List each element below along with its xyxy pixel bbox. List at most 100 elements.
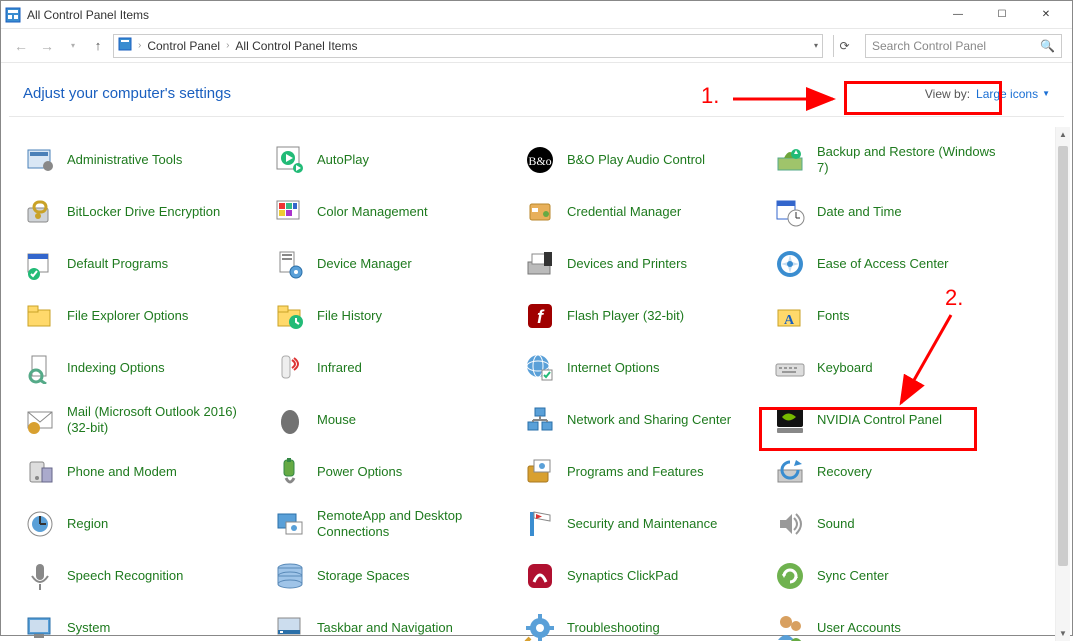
cp-item-power[interactable]: Power Options [269,447,519,497]
cp-item-label: Region [67,516,108,532]
remoteapp-icon [273,507,307,541]
storage-icon [273,559,307,593]
maximize-button[interactable]: ☐ [980,1,1024,29]
cp-item-user-accounts[interactable]: User Accounts [769,603,1019,641]
cp-item-autoplay[interactable]: AutoPlay [269,135,519,185]
refresh-button[interactable]: ⟳ [833,35,855,57]
back-button[interactable]: ← [11,36,31,56]
view-by-label: View by: [925,87,970,101]
cp-item-synaptics[interactable]: Synaptics ClickPad [519,551,769,601]
admin-tools-icon [23,143,57,177]
power-icon [273,455,307,489]
cp-item-sound[interactable]: Sound [769,499,1019,549]
cp-item-bitlocker[interactable]: BitLocker Drive Encryption [19,187,269,237]
address-dropdown-icon[interactable]: ▾ [814,41,818,50]
cp-item-label: Keyboard [817,360,873,376]
cp-item-mouse[interactable]: Mouse [269,395,519,445]
mouse-icon [273,403,307,437]
cp-item-mail[interactable]: Mail (Microsoft Outlook 2016) (32-bit) [19,395,269,445]
color-icon [273,195,307,229]
cp-item-storage[interactable]: Storage Spaces [269,551,519,601]
cp-item-label: B&O Play Audio Control [567,152,705,168]
cp-item-security[interactable]: Security and Maintenance [519,499,769,549]
forward-button[interactable]: → [37,36,57,56]
cp-item-label: Fonts [817,308,850,324]
address-bar[interactable]: › Control Panel › All Control Panel Item… [113,34,823,58]
phone-icon [23,455,57,489]
cp-item-infrared[interactable]: Infrared [269,343,519,393]
cp-item-speech[interactable]: Speech Recognition [19,551,269,601]
cp-item-flash[interactable]: fFlash Player (32-bit) [519,291,769,341]
cp-item-label: Network and Sharing Center [567,412,731,428]
cp-item-nvidia[interactable]: NVIDIA Control Panel [769,395,1019,445]
breadcrumb-root[interactable]: Control Panel [147,39,220,53]
cp-item-datetime[interactable]: Date and Time [769,187,1019,237]
cp-item-network[interactable]: Network and Sharing Center [519,395,769,445]
cp-item-label: User Accounts [817,620,901,636]
devices-printers-icon [523,247,557,281]
view-by-value[interactable]: Large icons ▼ [976,87,1050,101]
cp-item-programs[interactable]: Programs and Features [519,447,769,497]
svg-text:A: A [784,313,795,328]
cp-item-admin-tools[interactable]: Administrative Tools [19,135,269,185]
cp-item-label: Internet Options [567,360,660,376]
window-title: All Control Panel Items [27,8,936,22]
cp-item-device-manager[interactable]: Device Manager [269,239,519,289]
cp-item-remoteapp[interactable]: RemoteApp and Desktop Connections [269,499,519,549]
cp-item-ease-access[interactable]: Ease of Access Center [769,239,1019,289]
cp-item-system[interactable]: System [19,603,269,641]
breadcrumb-current[interactable]: All Control Panel Items [235,39,357,53]
cp-item-taskbar[interactable]: Taskbar and Navigation [269,603,519,641]
minimize-button[interactable]: — [936,1,980,29]
cp-item-label: Security and Maintenance [567,516,717,532]
cp-item-label: Speech Recognition [67,568,183,584]
cp-item-file-history[interactable]: File History [269,291,519,341]
close-button[interactable]: ✕ [1024,1,1068,29]
search-input[interactable] [872,39,1036,53]
cp-item-fonts[interactable]: A Fonts [769,291,1019,341]
cp-item-bno[interactable]: B&oB&O Play Audio Control [519,135,769,185]
device-manager-icon [273,247,307,281]
cp-item-phone[interactable]: Phone and Modem [19,447,269,497]
up-button[interactable]: ↑ [89,37,107,55]
cp-item-recovery[interactable]: Recovery [769,447,1019,497]
cp-item-troubleshoot[interactable]: Troubleshooting [519,603,769,641]
cp-item-indexing[interactable]: Indexing Options [19,343,269,393]
scroll-up-button[interactable]: ▲ [1056,127,1070,142]
cp-item-sync[interactable]: Sync Center [769,551,1019,601]
cp-item-label: Ease of Access Center [817,256,949,272]
cp-item-file-explorer[interactable]: File Explorer Options [19,291,269,341]
titlebar: All Control Panel Items — ☐ ✕ [1,1,1072,29]
backup-icon [773,143,807,177]
navigation-bar: ← → ▾ ↑ › Control Panel › All Control Pa… [1,29,1072,63]
cp-item-devices-printers[interactable]: Devices and Printers [519,239,769,289]
user-accounts-icon [773,611,807,641]
control-panel-small-icon [118,37,132,54]
cp-item-label: Color Management [317,204,428,220]
window-controls: — ☐ ✕ [936,1,1068,29]
cp-item-backup[interactable]: Backup and Restore (Windows 7) [769,135,1019,185]
internet-icon [523,351,557,385]
cp-item-credential[interactable]: Credential Manager [519,187,769,237]
infrared-icon [273,351,307,385]
scroll-thumb[interactable] [1058,146,1068,566]
cp-item-keyboard[interactable]: Keyboard [769,343,1019,393]
annotation-label-2: 2. [945,285,963,311]
cp-item-default-programs[interactable]: Default Programs [19,239,269,289]
search-box[interactable]: 🔍 [865,34,1062,58]
datetime-icon [773,195,807,229]
scrollbar[interactable]: ▲ ▼ [1055,127,1070,641]
cp-item-color[interactable]: Color Management [269,187,519,237]
cp-item-label: NVIDIA Control Panel [817,412,942,428]
cp-item-internet[interactable]: Internet Options [519,343,769,393]
recent-locations-dropdown[interactable]: ▾ [63,36,83,56]
security-icon [523,507,557,541]
sync-icon [773,559,807,593]
cp-item-label: Mouse [317,412,356,428]
cp-item-region[interactable]: Region [19,499,269,549]
cp-item-label: Device Manager [317,256,412,272]
view-by-control[interactable]: View by: Large icons ▼ [925,87,1050,101]
scroll-down-button[interactable]: ▼ [1056,626,1070,641]
scroll-track[interactable] [1056,142,1070,626]
flash-icon: f [523,299,557,333]
